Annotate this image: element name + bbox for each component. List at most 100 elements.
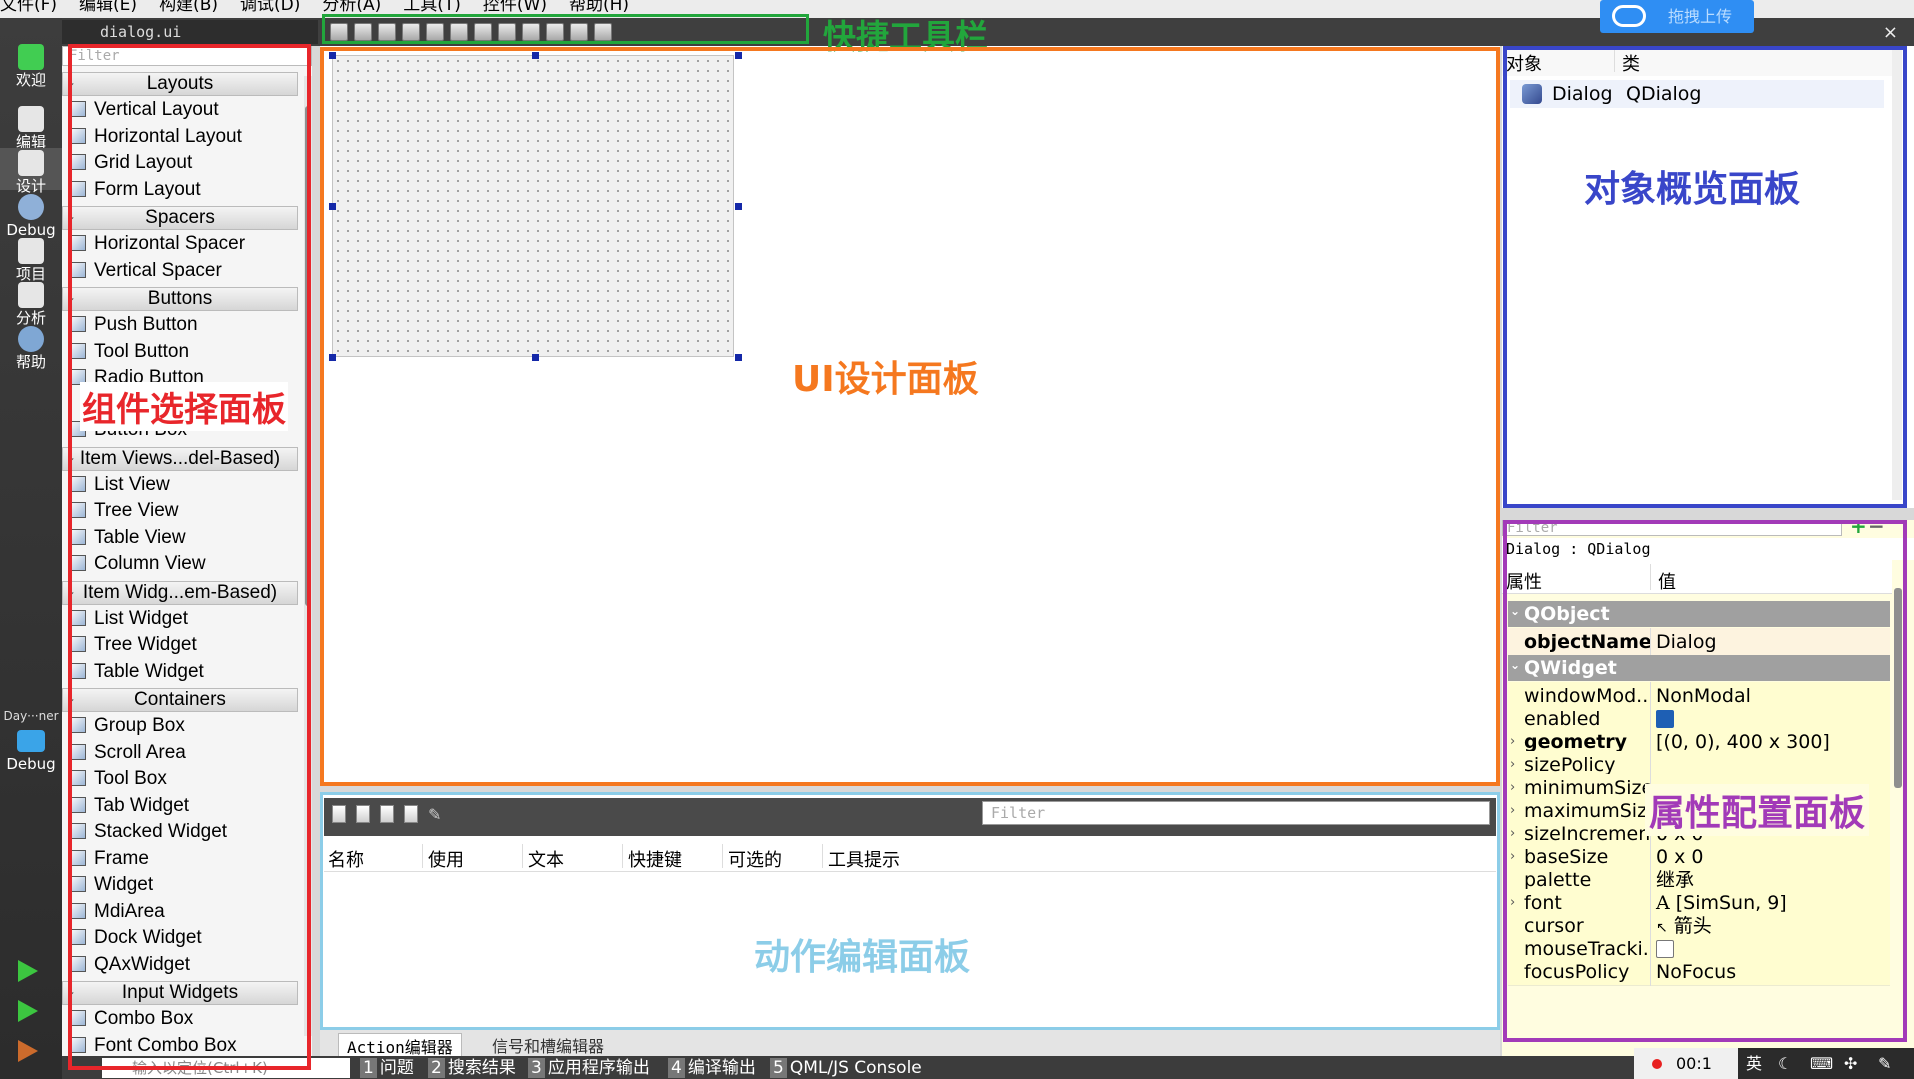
widget-category[interactable]: ⌄ Item Views...del-Based) (62, 446, 298, 471)
menu-item[interactable]: 工具(T) (403, 0, 461, 14)
widget-item[interactable]: Tab Widget (70, 793, 189, 819)
widget-item[interactable]: Table View (70, 525, 186, 551)
widget-category[interactable]: ⌄ Input Widgets (62, 981, 298, 1005)
menu-item[interactable]: 调试(D) (240, 0, 300, 14)
widget-item[interactable]: Grid Layout (70, 150, 192, 176)
action-column-header[interactable]: 可选的 (728, 846, 782, 872)
mode-4[interactable]: 项目 (0, 236, 62, 282)
widget-item[interactable]: Push Button (70, 312, 198, 338)
widget-item[interactable]: Dock Widget (70, 925, 202, 951)
widget-item[interactable]: List Widget (70, 606, 188, 632)
widget-item[interactable]: Vertical Layout (70, 97, 219, 123)
menu-item[interactable]: 帮助(H) (569, 0, 629, 14)
widget-item[interactable]: Table Widget (70, 659, 204, 685)
resize-handle[interactable] (329, 203, 336, 210)
toolbar-button-5[interactable] (450, 23, 468, 41)
resize-handle[interactable] (329, 354, 336, 361)
output-pane-button[interactable]: 4 编译输出 (668, 1058, 756, 1078)
mode-2[interactable]: 设计 (0, 148, 62, 194)
network-icon[interactable]: ✣ (1844, 1048, 1857, 1079)
output-pane-button[interactable]: 5 QML/JS Console (770, 1058, 922, 1078)
document-tab[interactable]: dialog.ui (62, 20, 318, 44)
widget-category[interactable]: ⌄ Item Widg...em-Based) (62, 580, 298, 605)
resize-handle[interactable] (735, 354, 742, 361)
property-filter-input[interactable]: Filter (1502, 520, 1842, 536)
output-pane-button[interactable]: 3 应用程序输出 (528, 1058, 650, 1078)
resize-handle[interactable] (532, 52, 539, 59)
widget-item[interactable]: Tool Box (70, 766, 167, 792)
toolbar-button-7[interactable] (498, 23, 516, 41)
delete-action-icon[interactable] (404, 805, 418, 823)
widget-item[interactable]: Horizontal Layout (70, 124, 242, 150)
resize-handle[interactable] (329, 52, 336, 59)
toolbar-button-9[interactable] (546, 23, 564, 41)
paste-action-icon[interactable] (380, 805, 394, 823)
action-filter-input[interactable]: Filter (982, 801, 1490, 825)
property-value[interactable]: Dialog (1656, 628, 1717, 656)
toolbar-button-10[interactable] (570, 23, 588, 41)
object-tree-row[interactable]: Dialog QDialog (1510, 80, 1884, 108)
configure-icon[interactable]: ✎ (428, 805, 442, 824)
property-group[interactable]: ⌄ QWidget (1508, 655, 1890, 681)
mode-6[interactable]: 帮助 (0, 324, 62, 370)
add-property-icon[interactable]: + (1850, 516, 1867, 536)
checkbox[interactable] (1656, 710, 1674, 728)
run-icon[interactable] (18, 960, 38, 982)
object-inspector-scrollbar[interactable] (1892, 50, 1902, 500)
widget-item[interactable]: Tree Widget (70, 632, 197, 658)
copy-action-icon[interactable] (356, 805, 370, 823)
mode-3[interactable]: Debug (0, 192, 62, 238)
toolbar-button-1[interactable] (354, 23, 372, 41)
widget-item[interactable]: Horizontal Spacer (70, 231, 245, 257)
editor-tab[interactable]: 信号和槽编辑器 (484, 1033, 612, 1057)
widget-item[interactable]: Tree View (70, 498, 178, 524)
menu-item[interactable]: 编辑(E) (79, 0, 137, 14)
action-column-header[interactable]: 使用 (428, 846, 464, 872)
widget-item[interactable]: MdiArea (70, 899, 165, 925)
widget-item[interactable]: Widget (70, 872, 153, 898)
build-hammer-icon[interactable] (18, 1040, 38, 1062)
mode-0[interactable]: 欢迎 (0, 38, 62, 98)
toolbar-button-4[interactable] (426, 23, 444, 41)
toolbar-button-11[interactable] (594, 23, 612, 41)
keyboard-icon[interactable]: ⌨ (1810, 1048, 1833, 1079)
close-document-icon[interactable]: × (1883, 22, 1898, 43)
widget-item[interactable]: Combo Box (70, 1006, 193, 1032)
widget-item[interactable]: Tool Button (70, 339, 189, 365)
action-column-header[interactable]: 文本 (528, 846, 564, 872)
output-pane-button[interactable]: 1 问题 (360, 1058, 414, 1078)
menu-item[interactable]: 分析(A) (322, 0, 381, 14)
widget-category[interactable]: ⌄ Containers (62, 688, 298, 712)
action-column-header[interactable]: 名称 (328, 846, 364, 872)
checkbox[interactable] (1656, 940, 1674, 958)
property-value[interactable]: NoFocus (1656, 958, 1736, 986)
widget-box-scroll-thumb[interactable] (305, 106, 311, 606)
menu-item[interactable]: 控件(W) (483, 0, 547, 14)
toolbar-button-3[interactable] (402, 23, 420, 41)
toolbar-button-6[interactable] (474, 23, 492, 41)
locator-input[interactable]: 输入以定位(Ctrl+K) (102, 1058, 350, 1078)
toolbar-button-8[interactable] (522, 23, 540, 41)
widget-item[interactable]: Font Combo Box (70, 1033, 237, 1057)
remove-property-icon[interactable]: − (1868, 516, 1885, 536)
action-column-header[interactable]: 工具提示 (828, 846, 900, 872)
wrench-icon[interactable]: ✎ (1878, 1048, 1891, 1079)
property-row[interactable]: objectName Dialog (1508, 628, 1890, 656)
menu-item[interactable]: 文件(F) (0, 0, 57, 14)
widget-item[interactable]: Frame (70, 846, 149, 872)
widget-item[interactable]: Stacked Widget (70, 819, 227, 845)
new-action-icon[interactable] (332, 805, 346, 823)
ime-indicator[interactable]: 英 (1746, 1048, 1762, 1079)
widget-filter-input[interactable]: Filter (62, 46, 312, 66)
mode-5[interactable]: 分析 (0, 280, 62, 326)
widget-item[interactable]: Scroll Area (70, 740, 186, 766)
widget-item[interactable]: Vertical Spacer (70, 258, 222, 284)
resize-handle[interactable] (735, 203, 742, 210)
moon-icon[interactable]: ☾ (1778, 1048, 1792, 1079)
resize-handle[interactable] (532, 354, 539, 361)
property-row[interactable]: focusPolicy NoFocus (1508, 958, 1890, 986)
upload-button[interactable]: 拖拽上传 (1600, 0, 1754, 33)
output-pane-button[interactable]: 2 搜索结果 (428, 1058, 516, 1078)
widget-item[interactable]: Column View (70, 551, 206, 577)
widget-item[interactable]: Group Box (70, 713, 185, 739)
